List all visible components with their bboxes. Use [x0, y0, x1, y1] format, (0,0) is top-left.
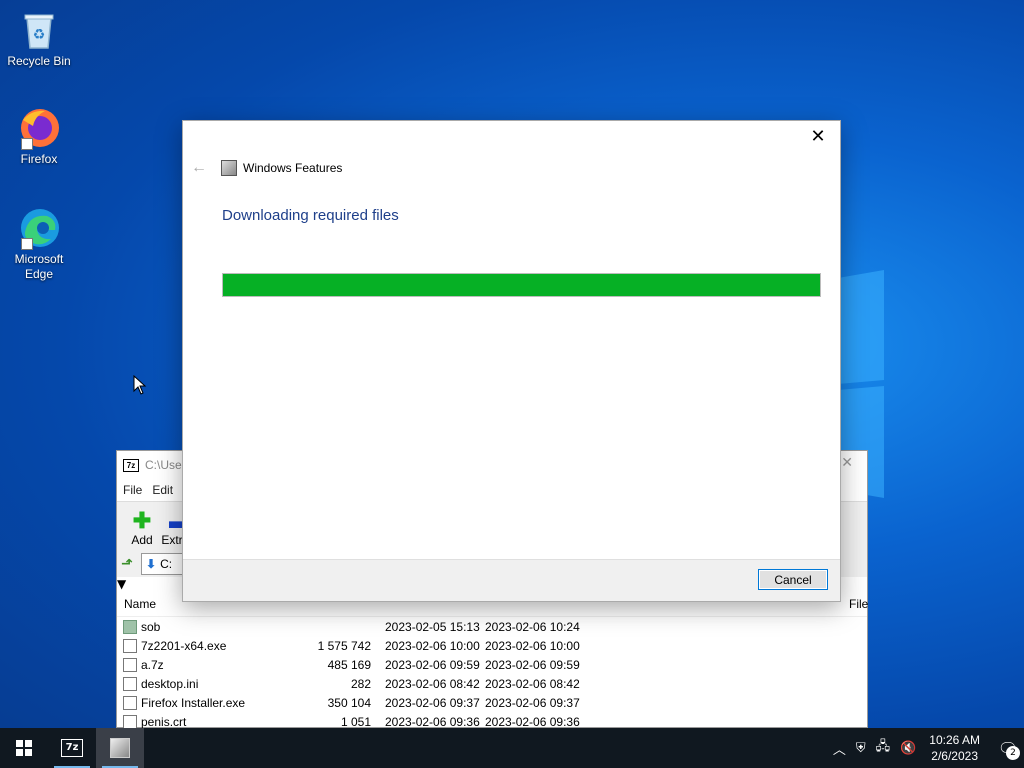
dialog-header: ← Windows Features	[191, 159, 342, 177]
recycle-bin-icon: ♻	[17, 8, 61, 52]
exe-file-icon	[123, 695, 137, 710]
network-icon[interactable]: 🖧	[876, 737, 891, 759]
archive-file-icon	[123, 657, 137, 672]
notification-badge: 2	[1006, 746, 1020, 760]
svg-text:♻: ♻	[33, 27, 46, 43]
mouse-cursor-icon	[133, 375, 147, 395]
zip-path-value: C:	[160, 557, 173, 571]
file-size: 282	[350, 676, 371, 691]
file-size: 1 051	[340, 714, 371, 729]
table-row[interactable]: 7z2201-x64.exe 1 575 742 2023-02-06 10:0…	[117, 636, 867, 655]
file-name: penis.crt	[141, 714, 187, 729]
windows-features-icon	[221, 160, 237, 176]
clock-date: 2/6/2023	[931, 749, 978, 763]
taskbar: 7z ︿ ⛨ 🖧 🔇 10:26 AM 2/6/2023 🗨 2	[0, 728, 1024, 768]
file-modified: 2023-02-06 08:42	[385, 676, 480, 691]
progress-bar	[222, 273, 821, 297]
clock-time: 10:26 AM	[929, 733, 980, 747]
back-arrow-icon[interactable]: ←	[191, 159, 207, 177]
7zip-icon: 7z	[61, 739, 83, 757]
table-row[interactable]: sob 2023-02-05 15:13 2023-02-06 10:24	[117, 617, 867, 636]
chevron-down-icon[interactable]: ▼	[117, 577, 126, 591]
zip-app-icon: 7z	[123, 458, 139, 472]
file-name: Firefox Installer.exe	[141, 695, 246, 710]
status-text: Downloading required files	[222, 207, 399, 224]
notification-center-button[interactable]: 🗨 2	[992, 728, 1024, 768]
ini-file-icon	[123, 676, 137, 691]
certificate-file-icon	[123, 714, 137, 729]
desktop-icon-label: Firefox	[20, 152, 58, 166]
file-created: 2023-02-06 10:00	[485, 638, 580, 653]
dialog-footer: Cancel	[183, 559, 840, 601]
taskbar-windows-features[interactable]	[96, 728, 144, 768]
clock[interactable]: 10:26 AM 2/6/2023	[929, 732, 980, 764]
file-size: 1 575 742	[317, 638, 371, 653]
file-modified: 2023-02-05 15:13	[385, 619, 480, 634]
add-button[interactable]: ✚ Add	[123, 508, 161, 548]
file-name: sob	[141, 619, 161, 634]
desktop-icon-label: Microsoft Edge	[14, 252, 64, 281]
desktop-icon-firefox[interactable]: Firefox	[4, 106, 74, 167]
column-file[interactable]: File	[849, 597, 868, 611]
file-created: 2023-02-06 09:36	[485, 714, 580, 729]
folder-icon	[123, 619, 137, 634]
file-created: 2023-02-06 10:24	[485, 619, 580, 634]
desktop-icon-label: Recycle Bin	[7, 54, 71, 68]
file-size: 350 104	[327, 695, 371, 710]
file-modified: 2023-02-06 09:36	[385, 714, 480, 729]
menu-file[interactable]: File	[123, 483, 142, 497]
file-name: desktop.ini	[141, 676, 199, 691]
file-modified: 2023-02-06 10:00	[385, 638, 480, 653]
windows-features-dialog[interactable]: ✕ ← Windows Features Downloading require…	[182, 120, 841, 602]
table-row[interactable]: a.7z 485 169 2023-02-06 09:59 2023-02-06…	[117, 655, 867, 674]
file-modified: 2023-02-06 09:59	[385, 657, 480, 672]
table-row[interactable]: Firefox Installer.exe 350 104 2023-02-06…	[117, 693, 867, 712]
zip-close-icon[interactable]: ✕	[841, 455, 853, 471]
cancel-button[interactable]: Cancel	[758, 569, 828, 590]
path-arrow-icon: ⬇	[146, 557, 157, 571]
taskbar-7zip[interactable]: 7z	[48, 728, 96, 768]
shortcut-arrow-icon	[21, 138, 33, 150]
desktop-icon-recycle-bin[interactable]: ♻ Recycle Bin	[4, 8, 74, 69]
menu-edit[interactable]: Edit	[152, 483, 173, 497]
desktop-icon-edge[interactable]: Microsoft Edge	[4, 206, 74, 282]
file-size: 485 169	[327, 657, 371, 672]
chevron-up-icon[interactable]: ︿	[833, 739, 846, 758]
file-created: 2023-02-06 09:37	[485, 695, 580, 710]
windows-start-icon	[16, 740, 32, 756]
add-plus-icon: ✚	[132, 508, 152, 533]
table-row[interactable]: desktop.ini 282 2023-02-06 08:42 2023-02…	[117, 674, 867, 693]
add-label: Add	[131, 533, 153, 547]
file-name: 7z2201-x64.exe	[141, 638, 227, 653]
windows-features-icon	[110, 738, 130, 758]
security-icon[interactable]: ⛨	[856, 741, 866, 756]
volume-muted-icon[interactable]: 🔇	[900, 741, 916, 756]
dialog-title: Windows Features	[243, 161, 343, 175]
firefox-icon	[17, 106, 61, 150]
file-created: 2023-02-06 08:42	[485, 676, 580, 691]
progress-bar-fill	[223, 274, 820, 296]
start-button[interactable]	[0, 728, 48, 768]
column-name[interactable]: Name	[124, 597, 156, 611]
exe-file-icon	[123, 638, 137, 653]
file-created: 2023-02-06 09:59	[485, 657, 580, 672]
system-tray: ︿ ⛨ 🖧 🔇 10:26 AM 2/6/2023 🗨 2	[828, 728, 1024, 768]
shortcut-arrow-icon	[21, 238, 33, 250]
close-icon[interactable]: ✕	[804, 125, 832, 149]
file-name: a.7z	[141, 657, 164, 672]
folder-up-icon[interactable]: ⬏	[121, 556, 141, 572]
edge-icon	[17, 206, 61, 250]
file-modified: 2023-02-06 09:37	[385, 695, 480, 710]
